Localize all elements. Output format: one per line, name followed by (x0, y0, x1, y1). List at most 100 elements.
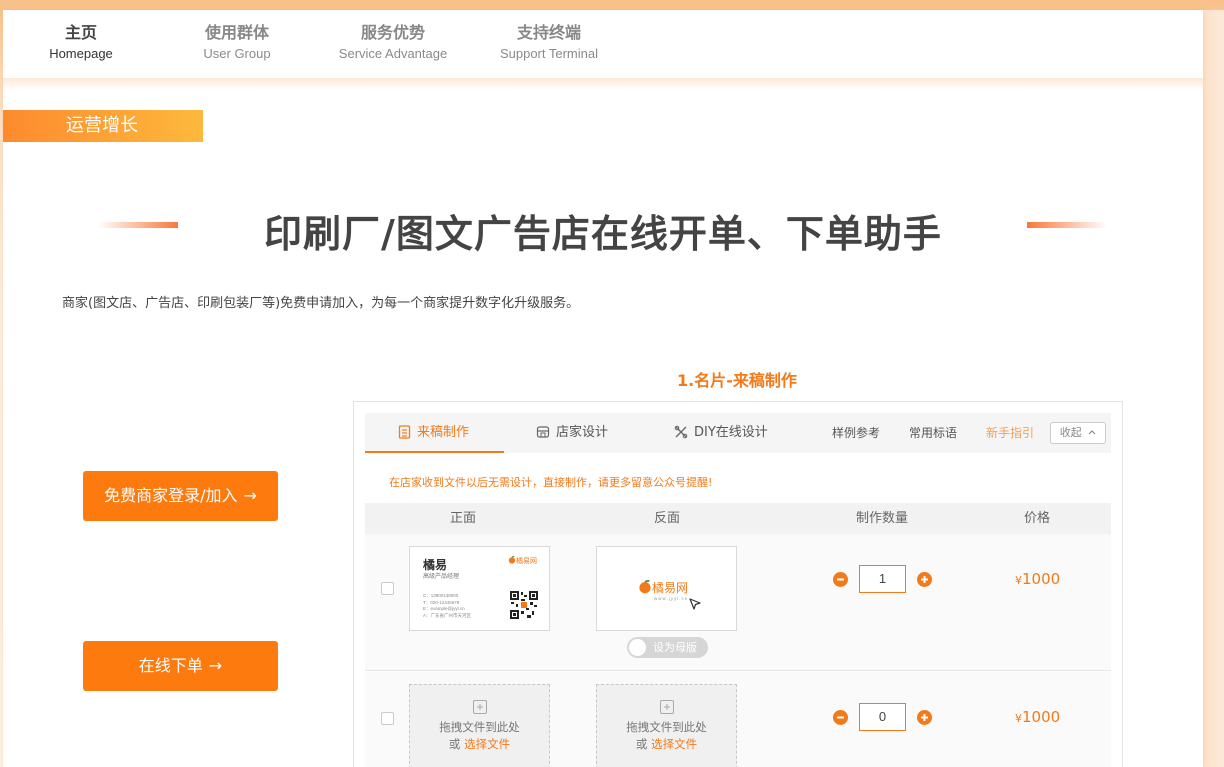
step-title: 1.名片-来稿制作 (677, 371, 797, 390)
minus-icon (837, 716, 844, 719)
online-order-button[interactable]: 在线下单 → (83, 641, 278, 691)
nav-divider-shadow (3, 78, 1203, 90)
document-icon (398, 425, 411, 439)
arrow-right-icon: → (243, 486, 257, 505)
increase-quantity-button[interactable] (917, 710, 932, 725)
tab-store-design[interactable]: 店家设计 (536, 413, 608, 453)
nav-item-label-en: User Group (203, 46, 271, 61)
plus-icon (921, 714, 928, 721)
order-panel: 来稿制作 店家设计 DIY在线设计 样例参考 常用标语 新手指引 收起 在店家收… (353, 401, 1123, 767)
quantity-input[interactable]: 0 (859, 703, 906, 731)
row-checkbox[interactable] (381, 582, 394, 595)
currency-symbol: ¥ (1015, 712, 1022, 725)
tab-diy-design[interactable]: DIY在线设计 (674, 413, 768, 453)
nav-item-label-en: Service Advantage (338, 46, 448, 61)
merchant-login-button[interactable]: 免费商家登录/加入 → (83, 471, 278, 521)
orange-logo-icon (639, 579, 651, 594)
dropzone-select-line: 或 选择文件 (410, 736, 549, 752)
cursor-icon (689, 598, 701, 610)
beginner-guide-link[interactable]: 新手指引 (986, 413, 1034, 453)
card-back-preview[interactable]: 橘易网 www.jyyl.cn (596, 546, 737, 631)
tab-label: 来稿制作 (417, 425, 470, 440)
card-person-role: 高级产品经理 (423, 573, 460, 580)
card-back-url: www.jyyl.cn (654, 596, 689, 601)
increase-quantity-button[interactable] (917, 572, 932, 587)
orange-logo-icon (508, 555, 516, 564)
quantity-input[interactable]: 1 (859, 565, 906, 593)
card-back-brand-text: 橘易网 (652, 581, 689, 595)
minus-icon (837, 578, 844, 581)
card-contact-line: A：广东省广州市天河区 (423, 612, 472, 618)
toggle-knob (629, 639, 646, 656)
column-header-back: 反面 (654, 511, 681, 526)
column-header-quantity: 制作数量 (856, 511, 909, 526)
plus-icon (921, 576, 928, 583)
toggle-label: 设为母版 (653, 641, 697, 654)
price-amount: 1000 (1022, 570, 1061, 588)
table-header: 正面 反面 制作数量 价格 (365, 503, 1111, 534)
upload-file-icon (597, 699, 736, 715)
card-brand-text: 橘易网 (516, 557, 537, 565)
dropzone-or: 或 (448, 737, 461, 751)
chevron-up-icon (1088, 430, 1096, 435)
card-contact-lines: C：13800138000 T：020-12345678 E：example@j… (423, 593, 471, 619)
table-row: 拖拽文件到此处 或 选择文件 拖拽文件到此处 或 选择文件 0 ¥1000 (365, 672, 1111, 767)
price-amount: 1000 (1022, 708, 1061, 726)
panel-tab-bar: 来稿制作 店家设计 DIY在线设计 样例参考 常用标语 新手指引 收起 (365, 413, 1111, 453)
nav-item-label-zh: 使用群体 (204, 23, 269, 42)
tab-submitted-artwork[interactable]: 来稿制作 (398, 413, 469, 453)
table-row: 橘易 高级产品经理 橘易网 C：13800138000 T：020-123456… (365, 534, 1111, 671)
tab-label: DIY在线设计 (694, 425, 768, 440)
set-as-template-toggle[interactable]: 设为母版 (627, 637, 708, 658)
nav-item-label-zh: 服务优势 (360, 23, 425, 42)
card-contact-line: E：example@jyyl.cn (423, 606, 465, 611)
page-background-strip (1203, 10, 1224, 767)
card-front-preview[interactable]: 橘易 高级产品经理 橘易网 C：13800138000 T：020-123456… (409, 546, 550, 631)
nav-item-service-advantage[interactable]: 服务优势 Service Advantage (315, 10, 471, 82)
notice-text: 在店家收到文件以后无需设计，直接制作，请更多留意公众号提醒! (389, 476, 713, 489)
decrease-quantity-button[interactable] (833, 572, 848, 587)
column-header-front: 正面 (450, 511, 477, 526)
active-tab-underline (365, 451, 504, 453)
currency-symbol: ¥ (1015, 574, 1022, 587)
card-back-logo: 橘易网 www.jyyl.cn (638, 579, 688, 601)
row-checkbox[interactable] (381, 712, 394, 725)
dropzone-hint: 拖拽文件到此处 (626, 720, 707, 734)
page-container: 主页 Homepage 使用群体 User Group 服务优势 Service… (3, 10, 1203, 767)
collapse-label: 收起 (1059, 426, 1082, 439)
page-title: 印刷厂/图文广告店在线开单、下单助手 (264, 212, 942, 256)
nav-item-user-group[interactable]: 使用群体 User Group (159, 10, 315, 82)
price-value: ¥1000 (1015, 570, 1060, 588)
title-decoration-right (1027, 222, 1107, 228)
nav-item-label-en: Homepage (49, 46, 113, 61)
qr-code-icon (510, 591, 538, 619)
nav-item-label-zh: 支持终端 (516, 23, 581, 42)
select-file-link[interactable]: 选择文件 (651, 737, 697, 751)
dropzone-hint: 拖拽文件到此处 (439, 720, 520, 734)
online-order-label: 在线下单 (138, 656, 203, 675)
nav-item-support-terminal[interactable]: 支持终端 Support Terminal (471, 10, 627, 82)
nav-item-label-en: Support Terminal (499, 46, 599, 61)
dropzone-or: 或 (635, 737, 648, 751)
page-subtitle: 商家(图文店、广告店、印刷包装厂等)免费申请加入，为每一个商家提升数字化升级服务… (62, 296, 580, 311)
store-icon (536, 426, 550, 438)
column-header-price: 价格 (1024, 511, 1051, 526)
tools-icon (674, 425, 688, 439)
upload-file-icon (410, 699, 549, 715)
back-upload-dropzone[interactable]: 拖拽文件到此处 或 选择文件 (596, 684, 737, 767)
card-brand-logo: 橘易网 (508, 555, 537, 566)
merchant-login-label: 免费商家登录/加入 (104, 486, 238, 505)
dropzone-select-line: 或 选择文件 (597, 736, 736, 752)
decrease-quantity-button[interactable] (833, 710, 848, 725)
select-file-link[interactable]: 选择文件 (464, 737, 510, 751)
section-tag: 运营增长 (3, 110, 203, 142)
top-navigation: 主页 Homepage 使用群体 User Group 服务优势 Service… (3, 10, 1203, 82)
collapse-button[interactable]: 收起 (1050, 422, 1106, 444)
common-slogans-link[interactable]: 常用标语 (909, 413, 957, 453)
sample-reference-link[interactable]: 样例参考 (832, 413, 880, 453)
arrow-right-icon: → (208, 656, 223, 675)
price-value: ¥1000 (1015, 708, 1060, 726)
front-upload-dropzone[interactable]: 拖拽文件到此处 或 选择文件 (409, 684, 550, 767)
tab-label: 店家设计 (556, 425, 609, 440)
nav-item-homepage[interactable]: 主页 Homepage (3, 10, 159, 82)
